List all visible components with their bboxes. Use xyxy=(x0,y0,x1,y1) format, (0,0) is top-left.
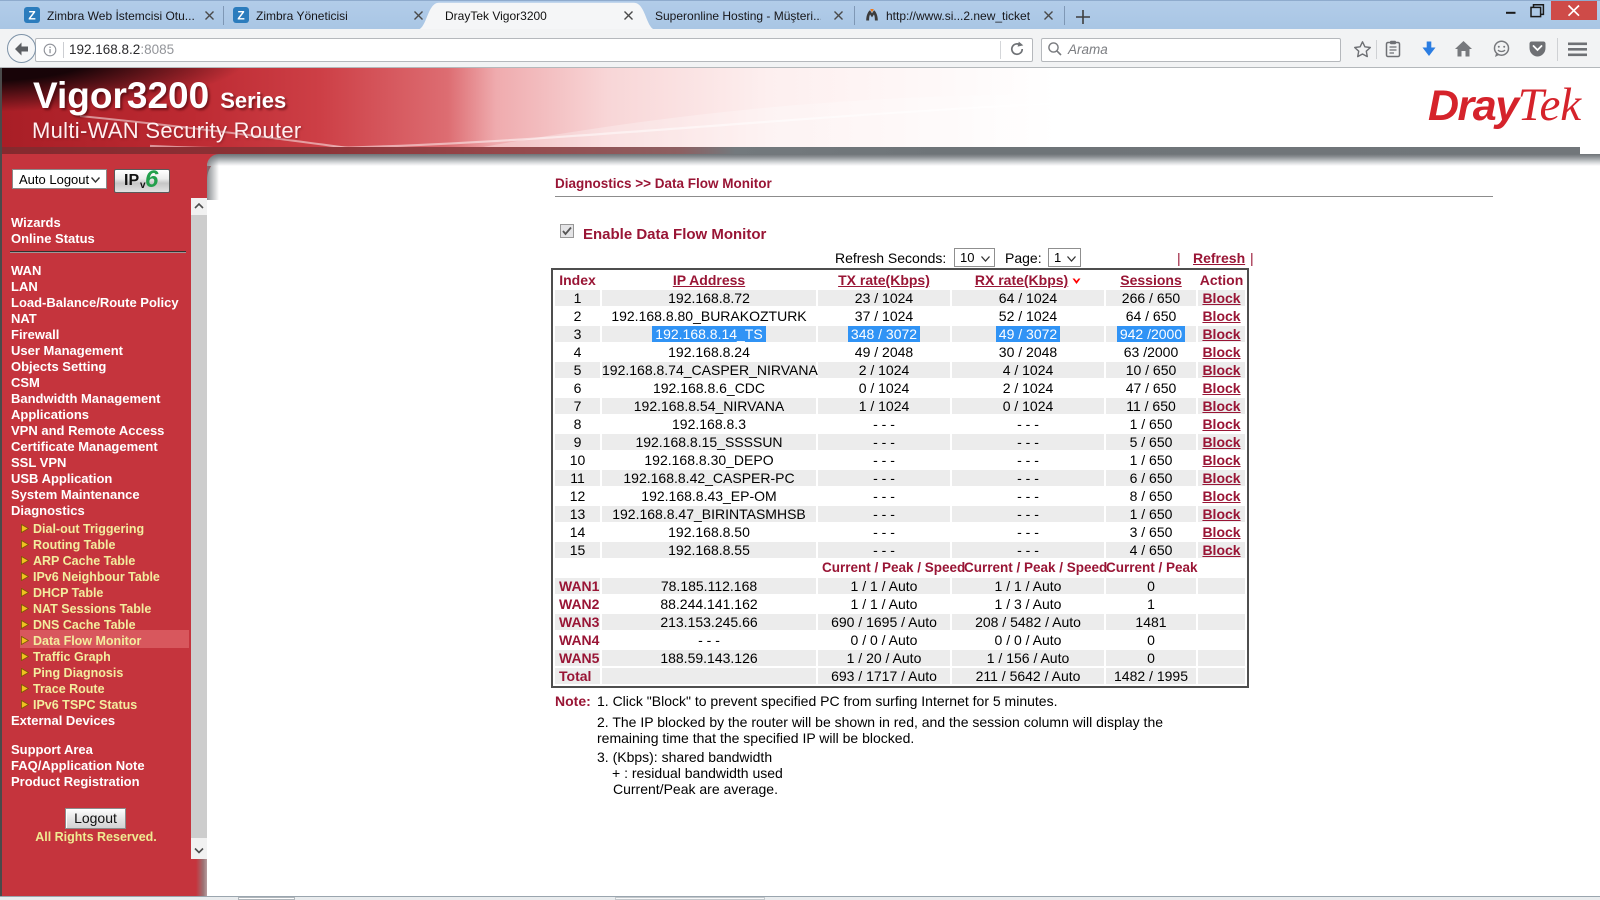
svg-text:Z: Z xyxy=(237,9,244,23)
svg-text:Z: Z xyxy=(28,9,35,23)
